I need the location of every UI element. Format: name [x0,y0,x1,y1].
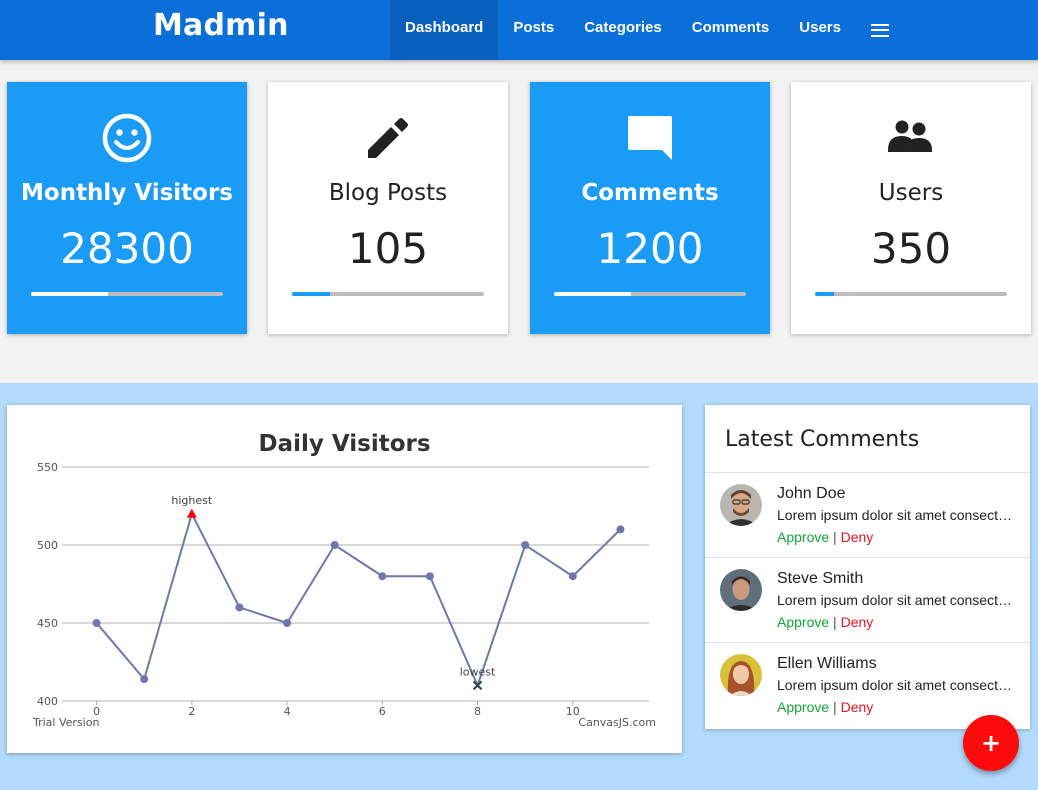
y-tick-label: 550 [37,461,58,474]
brand-logo[interactable]: Madmin [153,8,289,43]
comment-text: Lorem ipsum dolor sit amet consectetur a… [777,592,1013,608]
comment-actions: Approve | Deny [777,699,873,715]
stat-value: 1200 [596,224,704,273]
latest-comments-card: Latest Comments John Doe Lorem ipsum dol… [705,405,1030,729]
stat-progress-bar [292,292,484,296]
data-point [425,572,434,581]
chart-watermark-canvasjs[interactable]: CanvasJS.com [578,716,656,729]
stat-card-blog-posts: Blog Posts 105 [268,82,508,334]
stat-title: Blog Posts [328,180,448,206]
main-nav: Dashboard Posts Categories Comments User… [390,0,904,60]
stat-progress-fill [292,292,331,296]
top-navbar: Madmin Dashboard Posts Categories Commen… [0,0,1038,60]
comment-item: Steve Smith Lorem ipsum dolor sit amet c… [705,558,1030,643]
action-separator: | [833,699,837,715]
y-tick-label: 400 [37,695,58,708]
nav-dashboard[interactable]: Dashboard [390,0,499,60]
data-point [521,541,530,549]
stat-value: 105 [347,224,429,273]
stat-progress-fill [815,292,835,296]
pencil-icon [268,110,508,166]
data-point [330,541,339,549]
data-point [616,525,625,534]
comment-item: John Doe Lorem ipsum dolor sit amet cons… [705,473,1030,558]
avatar [720,569,762,611]
comment-icon [530,110,770,166]
add-fab-button[interactable]: + [963,715,1019,771]
y-tick-label: 500 [37,539,58,552]
nav-comments[interactable]: Comments [677,0,785,60]
data-point-highest [186,508,197,518]
stat-title: Users [878,180,944,206]
stat-progress-fill [554,292,631,296]
comment-actions: Approve | Deny [777,529,873,545]
plus-icon: + [980,729,1002,757]
series-line [95,511,622,689]
stat-card-monthly-visitors: Monthly Visitors 28300 [7,82,247,334]
chart-title: Daily Visitors [258,431,431,457]
comment-author: John Doe [777,485,846,502]
x-tick-label: 8 [474,705,481,718]
stat-progress-bar [554,292,746,296]
nav-categories[interactable]: Categories [569,0,677,60]
comments-title: Latest Comments [725,427,920,452]
stat-value: 28300 [60,224,194,273]
hamburger-icon [870,23,889,37]
stat-progress-fill [31,292,108,296]
approve-link[interactable]: Approve [777,529,829,545]
daily-visitors-chart-card: 400 450 500 550 0 2 4 6 8 10 highest lowest Daily V… [7,405,682,753]
comment-item: Ellen Williams Lorem ipsum dolor sit ame… [705,643,1030,728]
data-label-lowest: lowest [460,665,496,678]
daily-visitors-chart: 4004505005500 2 4 6 8 10highestlowest [37,461,649,718]
stat-progress-bar [31,292,223,296]
data-point [140,675,149,684]
approve-link[interactable]: Approve [777,699,829,715]
y-tick-label: 450 [37,617,58,630]
action-separator: | [833,529,837,545]
chart-watermark-trial[interactable]: Trial Version [33,716,99,729]
data-point [378,572,387,581]
nav-users[interactable]: Users [784,0,856,60]
deny-link[interactable]: Deny [841,699,874,715]
stat-card-users: Users 350 [791,82,1031,334]
approve-link[interactable]: Approve [777,614,829,630]
avatar [720,654,762,696]
data-point [235,603,244,612]
data-label-highest: highest [171,494,212,507]
stat-value: 350 [870,224,952,273]
stat-title: Comments [581,180,719,206]
data-point [92,619,101,627]
smiley-icon [7,110,247,166]
users-icon [791,110,1031,166]
menu-button[interactable] [856,0,904,60]
stat-title: Monthly Visitors [21,180,233,206]
action-separator: | [833,614,837,630]
comment-author: Ellen Williams [777,655,877,672]
data-point [283,619,292,627]
x-tick-label: 6 [379,705,386,718]
deny-link[interactable]: Deny [841,529,874,545]
avatar [720,484,762,526]
nav-posts[interactable]: Posts [498,0,569,60]
x-tick-label: 2 [188,705,195,718]
comment-author: Steve Smith [777,570,864,587]
deny-link[interactable]: Deny [841,614,874,630]
comment-actions: Approve | Deny [777,614,873,630]
stat-progress-bar [815,292,1007,296]
comment-text: Lorem ipsum dolor sit amet consectetur a… [777,677,1013,693]
x-tick-label: 4 [284,705,291,718]
stat-card-comments: Comments 1200 [530,82,770,334]
comment-text: Lorem ipsum dolor sit amet consectetur a… [777,507,1013,523]
data-point [568,572,577,581]
